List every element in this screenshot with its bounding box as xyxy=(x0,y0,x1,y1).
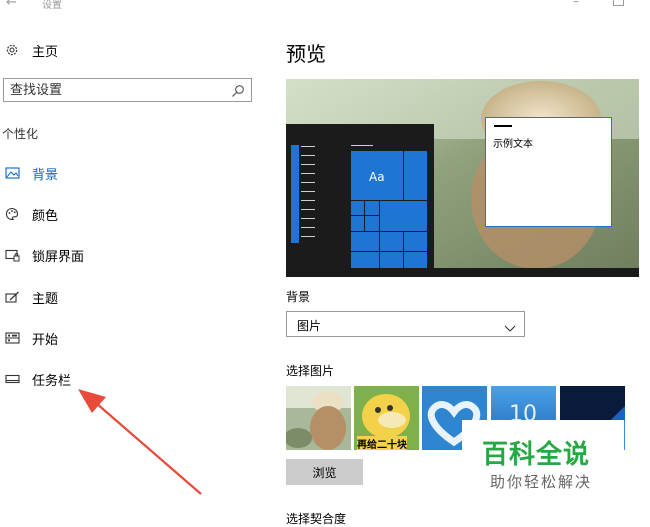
page-title: 预览 xyxy=(286,42,326,66)
sidebar-item-background[interactable]: 背景 xyxy=(0,160,260,186)
preview-start-menu: Aa xyxy=(286,124,434,268)
section-title-personalization: 个性化 xyxy=(2,127,39,141)
title-bar: ← 设置 – xyxy=(0,0,650,16)
thumbnail-girl-with-hat[interactable] xyxy=(286,386,351,450)
search-input[interactable] xyxy=(10,82,220,98)
thumbnail-cartoon-duck[interactable]: 再给二十块 xyxy=(354,386,419,450)
nav-home-label: 主页 xyxy=(32,44,59,60)
gear-icon xyxy=(4,42,20,58)
sidebar-item-themes[interactable]: 主题 xyxy=(0,284,260,310)
sidebar-item-label: 颜色 xyxy=(32,208,59,224)
sidebar-item-label: 背景 xyxy=(32,167,59,183)
sidebar-item-label: 锁屏界面 xyxy=(32,249,85,265)
theme-preview: Aa 示例文本 xyxy=(286,79,639,277)
taskbar-icon xyxy=(4,371,20,387)
window-title: 设置 xyxy=(42,0,62,11)
maximize-button[interactable] xyxy=(613,0,624,6)
palette-icon xyxy=(4,206,20,222)
watermark-main-text: 百科全说 xyxy=(482,440,591,470)
background-type-value: 图片 xyxy=(297,319,322,333)
background-label: 背景 xyxy=(286,290,311,304)
start-menu-icon xyxy=(4,330,20,346)
nav-home[interactable]: 主页 xyxy=(0,37,260,63)
watermark-sub-text: 助你轻松解决 xyxy=(490,473,593,491)
back-arrow-icon[interactable]: ← xyxy=(6,0,17,10)
picture-icon xyxy=(4,165,20,181)
preview-sample-window: 示例文本 xyxy=(485,117,612,227)
search-icon[interactable] xyxy=(231,83,245,97)
watermark-logo: 百科全说 助你轻松解决 xyxy=(462,420,624,496)
sidebar-item-start[interactable]: 开始 xyxy=(0,325,260,351)
lock-screen-icon xyxy=(4,247,20,263)
browse-button[interactable]: 浏览 xyxy=(286,459,363,485)
sidebar-item-label: 开始 xyxy=(32,332,59,348)
preview-tiles: Aa xyxy=(351,151,427,268)
preview-sample-text: 示例文本 xyxy=(493,139,533,150)
sidebar-item-label: 任务栏 xyxy=(32,373,72,389)
annotation-arrow xyxy=(78,389,202,495)
sidebar-item-lock-screen[interactable]: 锁屏界面 xyxy=(0,242,260,268)
thumbnail-caption: 再给二十块 xyxy=(357,436,407,450)
preview-tile-label: Aa xyxy=(369,170,385,184)
sidebar-item-label: 主题 xyxy=(32,291,59,307)
choose-fit-label: 选择契合度 xyxy=(286,512,347,526)
chevron-down-icon xyxy=(504,318,516,332)
search-box[interactable] xyxy=(3,78,252,102)
minimize-button[interactable]: – xyxy=(573,0,579,8)
theme-brush-icon xyxy=(4,289,20,305)
background-type-select[interactable]: 图片 xyxy=(286,311,525,337)
choose-picture-label: 选择图片 xyxy=(286,364,335,378)
sidebar-item-colors[interactable]: 颜色 xyxy=(0,201,260,227)
